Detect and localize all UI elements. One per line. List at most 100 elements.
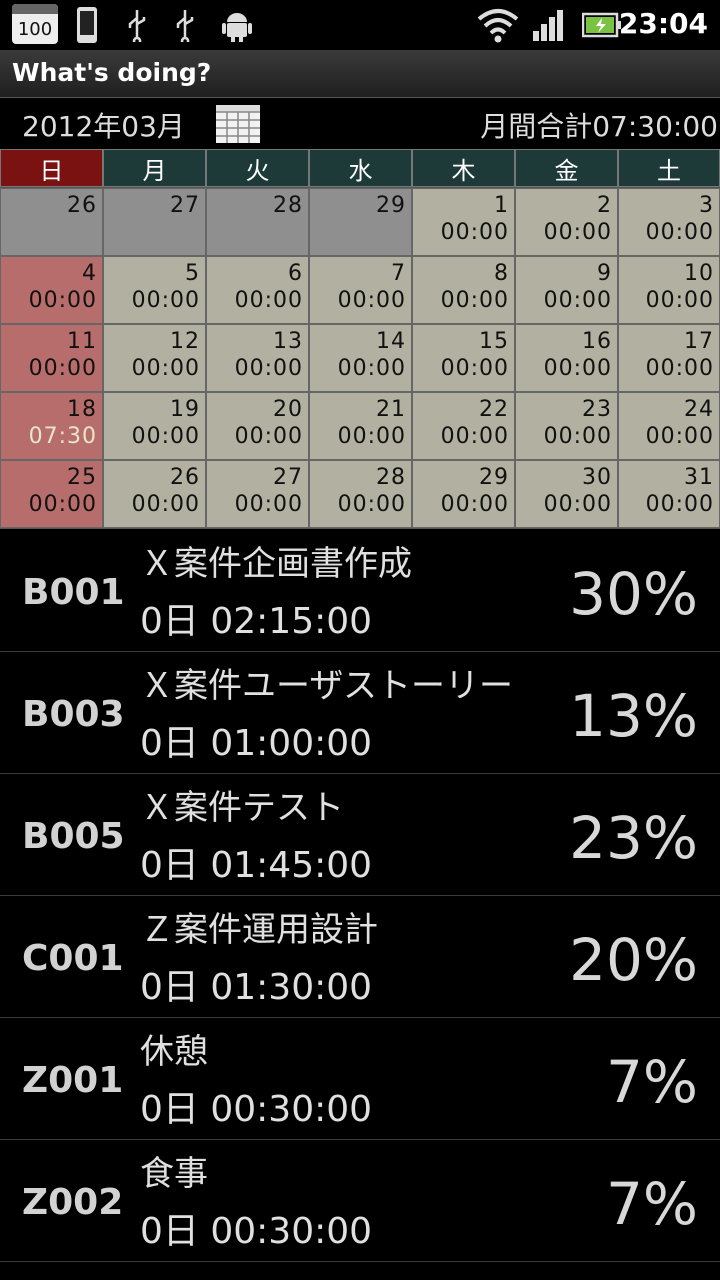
task-row[interactable]: B005 Ｘ案件テスト 0日 01:45:00 23%	[0, 774, 720, 896]
clock: 23:04	[618, 7, 708, 40]
month-total: 月間合計07:30:00	[480, 110, 718, 143]
calendar-day-cell[interactable]: 28	[206, 188, 309, 256]
task-row[interactable]: B001 Ｘ案件企画書作成 0日 02:15:00 30%	[0, 530, 720, 652]
calendar-day-cell[interactable]: 4 00:00	[0, 256, 103, 324]
weekday-header: 火	[206, 149, 309, 187]
day-number: 19	[170, 397, 200, 422]
day-total-time: 00:00	[440, 220, 509, 245]
calendar-day-cell[interactable]: 11 00:00	[0, 324, 103, 392]
calendar-day-cell[interactable]: 26	[0, 188, 103, 256]
task-name: 食事	[140, 1154, 208, 1194]
day-total-time: 00:00	[645, 220, 714, 245]
calendar-day-cell[interactable]: 1 00:00	[412, 188, 515, 256]
calendar-day-cell[interactable]: 5 00:00	[103, 256, 206, 324]
month-header: 2012年03月 月間合計07:30:00	[0, 98, 720, 150]
calendar-day-cell[interactable]: 30 00:00	[515, 460, 618, 528]
task-duration: 0日 01:00:00	[140, 723, 373, 764]
task-row[interactable]: Z001 休憩 0日 00:30:00 7%	[0, 1018, 720, 1140]
calendar-day-cell[interactable]: 14 00:00	[309, 324, 412, 392]
calendar-day-cell[interactable]: 10 00:00	[618, 256, 720, 324]
calendar-day-cell[interactable]: 12 00:00	[103, 324, 206, 392]
day-number: 27	[170, 193, 200, 218]
task-name: Ｘ案件テスト	[140, 788, 344, 828]
calendar-day-cell[interactable]: 27	[103, 188, 206, 256]
calendar-day-cell[interactable]: 16 00:00	[515, 324, 618, 392]
day-number: 23	[582, 397, 612, 422]
day-number: 16	[582, 329, 612, 354]
task-code: B001	[22, 572, 125, 613]
calendar-day-cell[interactable]: 8 00:00	[412, 256, 515, 324]
calendar-day-cell[interactable]: 9 00:00	[515, 256, 618, 324]
day-number: 18	[67, 397, 97, 422]
calendar-day-cell[interactable]: 22 00:00	[412, 392, 515, 460]
day-total-time: 00:00	[337, 356, 406, 381]
day-number: 14	[376, 329, 406, 354]
day-number: 22	[479, 397, 509, 422]
day-number: 10	[684, 261, 714, 286]
day-total-time: 00:00	[543, 356, 612, 381]
day-number: 6	[288, 261, 303, 286]
task-duration: 0日 01:45:00	[140, 845, 373, 886]
task-row[interactable]: B003 Ｘ案件ユーザストーリー 0日 01:00:00 13%	[0, 652, 720, 774]
day-number: 1	[494, 193, 509, 218]
day-total-time: 00:00	[543, 492, 612, 517]
wifi-icon	[476, 6, 520, 44]
task-duration: 0日 00:30:00	[140, 1211, 373, 1252]
calendar-day-cell[interactable]: 21 00:00	[309, 392, 412, 460]
calendar-day-cell[interactable]: 7 00:00	[309, 256, 412, 324]
calendar-day-cell[interactable]: 15 00:00	[412, 324, 515, 392]
calendar-day-cell[interactable]: 18 07:30	[0, 392, 103, 460]
day-total-time: 00:00	[645, 288, 714, 313]
weekday-header: 水	[309, 149, 412, 187]
calendar-day-cell[interactable]: 29	[309, 188, 412, 256]
day-number: 13	[273, 329, 303, 354]
day-number: 3	[699, 193, 714, 218]
calendar-day-cell[interactable]: 29 00:00	[412, 460, 515, 528]
day-total-time: 00:00	[28, 492, 97, 517]
month-label[interactable]: 2012年03月	[22, 105, 185, 145]
calendar-day-cell[interactable]: 19 00:00	[103, 392, 206, 460]
calendar-icon: 100	[12, 4, 58, 44]
calendar-day-cell[interactable]: 23 00:00	[515, 392, 618, 460]
day-number: 26	[170, 465, 200, 490]
day-total-time: 00:00	[645, 492, 714, 517]
calendar-day-cell[interactable]: 20 00:00	[206, 392, 309, 460]
calendar-day-cell[interactable]: 2 00:00	[515, 188, 618, 256]
task-percent: 23%	[569, 804, 698, 872]
day-number: 25	[67, 465, 97, 490]
day-number: 12	[170, 329, 200, 354]
calendar-day-cell[interactable]: 25 00:00	[0, 460, 103, 528]
day-number: 30	[582, 465, 612, 490]
task-percent: 13%	[569, 682, 698, 750]
day-total-time: 00:00	[131, 356, 200, 381]
day-number: 27	[273, 465, 303, 490]
task-name: Ｚ案件運用設計	[140, 910, 378, 950]
day-number: 4	[82, 261, 97, 286]
calendar-day-cell[interactable]: 26 00:00	[103, 460, 206, 528]
day-total-time: 00:00	[440, 424, 509, 449]
task-row[interactable]: Z002 食事 0日 00:30:00 7%	[0, 1140, 720, 1262]
calendar-grid-icon[interactable]	[215, 104, 261, 144]
calendar-day-cell[interactable]: 17 00:00	[618, 324, 720, 392]
calendar-day-cell[interactable]: 24 00:00	[618, 392, 720, 460]
day-number: 9	[597, 261, 612, 286]
calendar-day-cell[interactable]: 13 00:00	[206, 324, 309, 392]
day-number: 28	[376, 465, 406, 490]
calendar-day-cell[interactable]: 31 00:00	[618, 460, 720, 528]
calendar-day-cell[interactable]: 28 00:00	[309, 460, 412, 528]
task-row[interactable]: C001 Ｚ案件運用設計 0日 01:30:00 20%	[0, 896, 720, 1018]
task-code: B005	[22, 816, 125, 857]
day-number: 8	[494, 261, 509, 286]
task-percent: 7%	[605, 1048, 698, 1116]
calendar-day-cell[interactable]: 27 00:00	[206, 460, 309, 528]
day-number: 26	[67, 193, 97, 218]
calendar-day-cell[interactable]: 3 00:00	[618, 188, 720, 256]
day-total-time: 00:00	[28, 356, 97, 381]
day-total-time: 00:00	[543, 288, 612, 313]
task-code: C001	[22, 938, 124, 979]
day-number: 15	[479, 329, 509, 354]
calendar-day-cell[interactable]: 6 00:00	[206, 256, 309, 324]
android-icon	[222, 6, 252, 44]
weekday-header: 金	[515, 149, 618, 187]
day-total-time: 00:00	[234, 356, 303, 381]
